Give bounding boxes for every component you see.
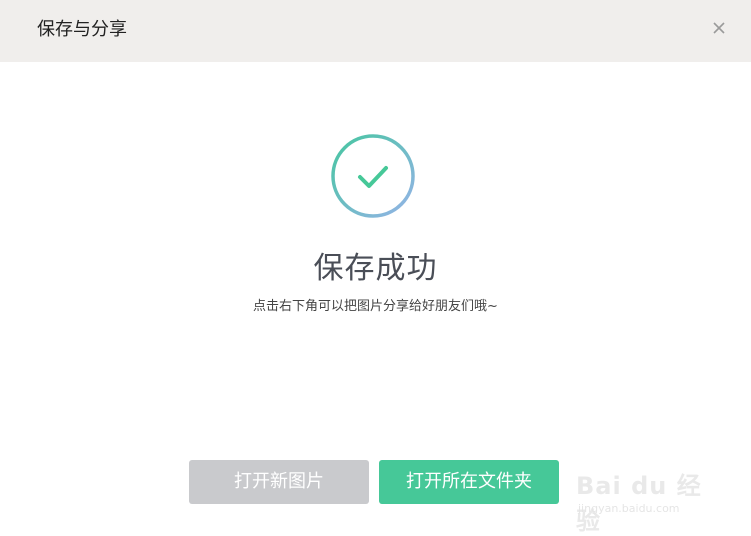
open-new-image-button[interactable]: 打开新图片: [189, 460, 369, 504]
check-circle-icon: [330, 133, 416, 219]
save-share-dialog: 保存与分享 保存成功 点击右下角可以把图片分享给好朋友们哦~ 打开新图片 打开所…: [0, 0, 751, 536]
status-subtitle: 点击右下角可以把图片分享给好朋友们哦~: [253, 299, 498, 314]
dialog-header: 保存与分享: [0, 0, 751, 62]
dialog-title: 保存与分享: [37, 19, 127, 40]
watermark-url: jingyan.baidu.com: [578, 502, 680, 515]
close-icon[interactable]: [711, 20, 727, 36]
status-title: 保存成功: [313, 251, 438, 286]
watermark: Bai du 经验 jingyan.baidu.com: [572, 452, 722, 535]
open-folder-button[interactable]: 打开所在文件夹: [379, 460, 559, 504]
watermark-brand: Bai du 经验: [576, 472, 702, 535]
